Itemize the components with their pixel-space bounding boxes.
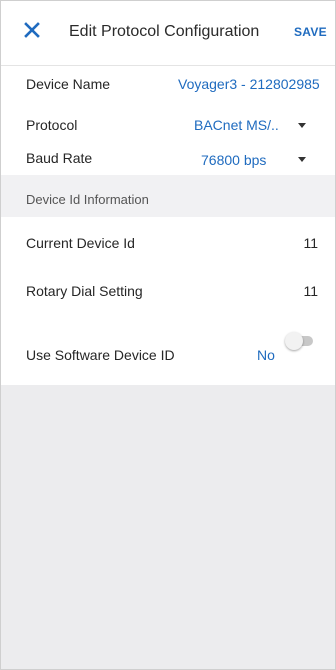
device-name-row[interactable]: Device Name Voyager3 - 212802985 <box>1 66 335 102</box>
current-device-id-row: Current Device Id 11 <box>1 217 335 265</box>
top-bar: Edit Protocol Configuration SAVE <box>1 1 335 66</box>
rotary-dial-setting-row: Rotary Dial Setting 11 <box>1 265 335 315</box>
device-name-value[interactable]: Voyager3 - 212802985 <box>178 76 320 92</box>
close-icon <box>24 22 40 38</box>
use-software-device-id-row[interactable]: Use Software Device ID No <box>1 315 335 385</box>
section-title: Device Id Information <box>26 192 149 207</box>
device-name-label: Device Name <box>26 76 111 92</box>
use-software-device-id-label: Use Software Device ID <box>26 347 175 363</box>
app-screen: Edit Protocol Configuration SAVE Device … <box>0 0 336 670</box>
baud-rate-select[interactable]: 76800 bps <box>201 152 266 168</box>
protocol-label: Protocol <box>26 117 78 133</box>
toggle-thumb <box>285 332 303 350</box>
caret-down-icon[interactable] <box>298 123 306 128</box>
current-device-id-value: 11 <box>303 235 318 251</box>
protocol-row[interactable]: Protocol BACnet MS/.. <box>1 102 335 142</box>
software-device-id-toggle[interactable] <box>285 332 315 350</box>
use-software-device-id-status: No <box>257 347 275 363</box>
current-device-id-label: Current Device Id <box>26 235 135 251</box>
page-title: Edit Protocol Configuration <box>69 23 260 40</box>
save-button[interactable]: SAVE <box>294 25 327 39</box>
caret-down-icon[interactable] <box>298 157 306 162</box>
rotary-dial-setting-value: 11 <box>303 283 318 299</box>
section-header-device-id: Device Id Information <box>1 175 335 217</box>
rotary-dial-setting-label: Rotary Dial Setting <box>26 283 143 299</box>
baud-rate-label: Baud Rate <box>26 150 93 166</box>
baud-rate-row[interactable]: Baud Rate 76800 bps <box>1 142 335 175</box>
protocol-select[interactable]: BACnet MS/.. <box>194 117 279 133</box>
close-button[interactable] <box>19 17 45 43</box>
